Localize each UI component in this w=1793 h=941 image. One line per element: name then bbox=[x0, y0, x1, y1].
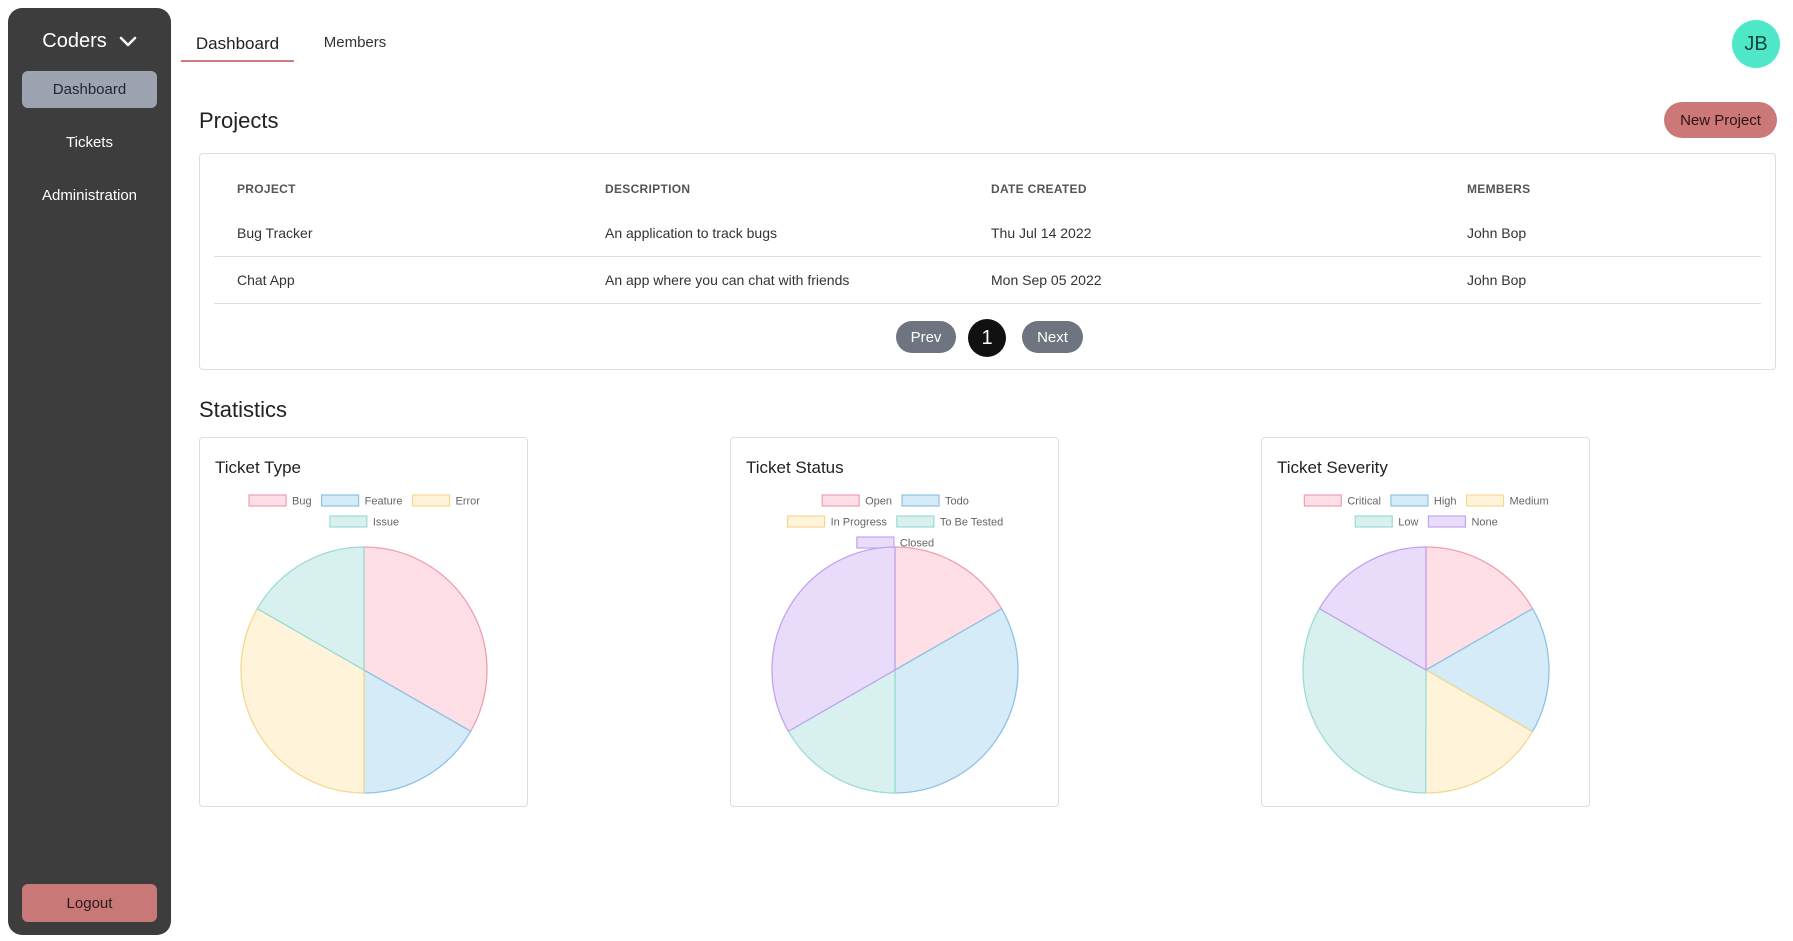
project-date: Thu Jul 14 2022 bbox=[991, 225, 1092, 241]
legend-label: Open bbox=[865, 496, 892, 508]
tab-members[interactable]: Members bbox=[312, 26, 398, 58]
legend-swatch bbox=[821, 494, 860, 507]
legend-swatch bbox=[1427, 515, 1467, 528]
tab-dashboard[interactable]: Dashboard bbox=[181, 28, 294, 62]
next-button[interactable]: Next bbox=[1022, 321, 1083, 353]
project-members: John Bop bbox=[1467, 225, 1527, 241]
legend-swatch bbox=[411, 494, 451, 507]
legend-item-bug[interactable]: Bug bbox=[248, 494, 312, 508]
page-number-button[interactable]: 1 bbox=[968, 319, 1006, 357]
logout-button[interactable]: Logout bbox=[22, 884, 157, 922]
row-divider bbox=[214, 256, 1761, 257]
legend-label: Todo bbox=[945, 496, 969, 508]
chevron-down-icon bbox=[119, 36, 136, 46]
legend-item-error[interactable]: Error bbox=[411, 494, 481, 508]
legend-swatch bbox=[1465, 494, 1505, 507]
project-date: Mon Sep 05 2022 bbox=[991, 272, 1102, 288]
legend-item-critical[interactable]: Critical bbox=[1303, 494, 1381, 508]
org-switcher[interactable]: Coders bbox=[8, 30, 171, 53]
sidebar-item-administration[interactable]: Administration bbox=[22, 177, 157, 214]
project-members: John Bop bbox=[1467, 272, 1527, 288]
legend-item-todo[interactable]: Todo bbox=[901, 494, 969, 508]
legend-item-issue[interactable]: Issue bbox=[329, 515, 399, 529]
legend-label: Critical bbox=[1347, 496, 1381, 508]
legend-item-to-be-tested[interactable]: To Be Tested bbox=[896, 515, 1003, 529]
legend-item-feature[interactable]: Feature bbox=[321, 494, 403, 508]
legend-swatch bbox=[901, 494, 940, 507]
column-header-project: PROJECT bbox=[237, 182, 296, 196]
legend-label: Medium bbox=[1510, 496, 1549, 508]
prev-button[interactable]: Prev bbox=[896, 321, 956, 353]
legend-swatch bbox=[786, 515, 826, 528]
tab-label: Members bbox=[323, 33, 387, 51]
column-header-date-created: DATE CREATED bbox=[991, 182, 1087, 196]
legend-label: Issue bbox=[373, 517, 399, 529]
pie-chart-svg: Critical High Medium Low None bbox=[1302, 494, 1550, 794]
ticket-type-chart: Ticket Type Bug Feature Error Issue bbox=[199, 437, 528, 807]
sidebar: Coders Dashboard Tickets Administration … bbox=[8, 8, 171, 935]
pie-chart-svg: Bug Feature Error Issue bbox=[240, 494, 488, 794]
legend-swatch bbox=[1354, 515, 1393, 528]
legend-label: In Progress bbox=[831, 517, 888, 529]
legend-item-in-progress[interactable]: In Progress bbox=[786, 515, 888, 529]
project-description: An app where you can chat with friends bbox=[605, 272, 850, 288]
org-name: Coders bbox=[42, 30, 107, 52]
legend-item-none[interactable]: None bbox=[1427, 515, 1498, 529]
sidebar-item-label: Dashboard bbox=[52, 81, 127, 98]
legend-item-open[interactable]: Open bbox=[821, 494, 892, 508]
legend-label: None bbox=[1471, 517, 1497, 529]
sidebar-item-tickets[interactable]: Tickets bbox=[22, 124, 157, 161]
legend-item-medium[interactable]: Medium bbox=[1465, 494, 1549, 508]
legend-swatch bbox=[1303, 494, 1342, 507]
sidebar-item-label: Administration bbox=[41, 187, 138, 204]
column-header-members: MEMBERS bbox=[1467, 182, 1531, 196]
legend-swatch bbox=[896, 515, 935, 528]
sidebar-item-dashboard[interactable]: Dashboard bbox=[22, 71, 157, 108]
legend-label: To Be Tested bbox=[940, 517, 1003, 529]
project-description: An application to track bugs bbox=[605, 225, 777, 241]
legend-swatch bbox=[856, 536, 895, 549]
statistics-title: Statistics bbox=[199, 397, 288, 422]
ticket-status-chart: Ticket Status Open Todo In Progress To Be T… bbox=[730, 437, 1059, 807]
legend-item-low[interactable]: Low bbox=[1354, 515, 1418, 529]
legend-label: Low bbox=[1398, 517, 1418, 529]
legend-swatch bbox=[329, 515, 368, 528]
avatar[interactable]: JB bbox=[1732, 20, 1780, 68]
sidebar-item-label: Tickets bbox=[66, 134, 113, 151]
new-project-button[interactable]: New Project bbox=[1664, 102, 1777, 138]
projects-table: PROJECT DESCRIPTION DATE CREATED MEMBERS… bbox=[199, 153, 1776, 370]
ticket-severity-chart: Ticket Severity Critical High Medium Low Non… bbox=[1261, 437, 1590, 807]
legend-swatch bbox=[1390, 494, 1429, 507]
legend-label: Bug bbox=[292, 496, 312, 508]
legend-label: High bbox=[1434, 496, 1457, 508]
legend-label: Error bbox=[456, 496, 481, 508]
legend-swatch bbox=[321, 494, 360, 507]
project-name: Chat App bbox=[237, 272, 295, 288]
project-name: Bug Tracker bbox=[237, 225, 313, 241]
tab-label: Dashboard bbox=[195, 34, 280, 53]
legend-item-high[interactable]: High bbox=[1390, 494, 1457, 508]
legend-label: Feature bbox=[365, 496, 403, 508]
pie-chart-svg: Open TodoIn Progress To Be TestedClosed bbox=[771, 494, 1019, 794]
legend-swatch bbox=[248, 494, 287, 507]
projects-title: Projects bbox=[199, 108, 279, 133]
row-divider bbox=[214, 303, 1761, 304]
column-header-description: DESCRIPTION bbox=[605, 182, 691, 196]
